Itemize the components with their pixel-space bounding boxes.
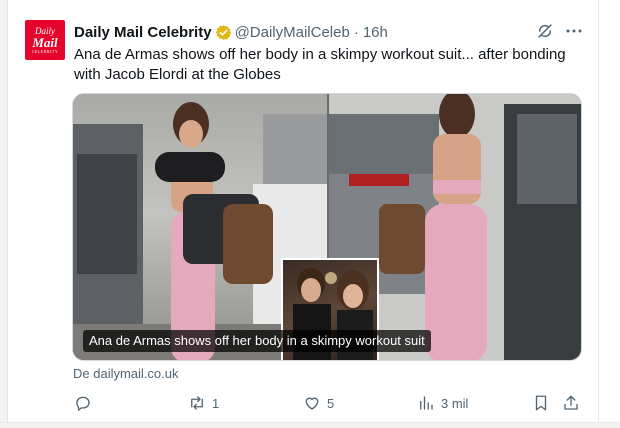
like-count: 5 — [327, 395, 335, 411]
reply-icon — [76, 396, 90, 411]
display-name[interactable]: Daily Mail Celebrity — [74, 24, 212, 41]
window-bottom-edge — [0, 422, 620, 428]
action-bar: 1 5 3 mil — [70, 392, 590, 414]
grok-icon[interactable] — [536, 22, 554, 40]
window-left-edge — [0, 0, 8, 428]
media-grid[interactable]: Ana de Armas shows off her body in a ski… — [72, 93, 582, 361]
handle[interactable]: @DailyMailCeleb — [235, 24, 350, 41]
window-right-edge — [598, 0, 620, 428]
avatar[interactable]: Daily Mail CELEBRITY — [25, 20, 65, 60]
avatar-line-2: Mail — [32, 34, 58, 50]
timestamp[interactable]: 16h — [363, 24, 388, 41]
like-button[interactable]: 5 — [303, 392, 334, 414]
retweet-count: 1 — [212, 395, 220, 411]
source-link[interactable]: De dailymail.co.uk — [73, 366, 179, 381]
share-button[interactable] — [562, 392, 580, 414]
avatar-line-3: CELEBRITY — [31, 48, 59, 54]
share-icon — [564, 395, 578, 410]
retweet-button[interactable]: 1 — [188, 392, 219, 414]
retweet-icon — [191, 396, 203, 410]
header-separator: · — [353, 23, 359, 41]
tweet-header: Daily Mail Celebrity @DailyMailCeleb · 1… — [74, 22, 388, 42]
views-count: 3 mil — [441, 395, 469, 411]
views-button[interactable]: 3 mil — [417, 392, 468, 414]
views-icon — [420, 396, 433, 410]
media-caption: Ana de Armas shows off her body in a ski… — [83, 330, 431, 352]
reply-button[interactable] — [74, 392, 98, 414]
bookmark-button[interactable] — [532, 392, 550, 414]
more-icon[interactable] — [565, 24, 583, 38]
like-icon — [305, 397, 319, 410]
bookmark-icon — [535, 395, 547, 411]
tweet[interactable]: Daily Mail CELEBRITY Daily Mail Celebrit… — [8, 0, 598, 422]
verified-badge-icon[interactable] — [215, 24, 232, 41]
tweet-text: Ana de Armas shows off her body in a ski… — [74, 46, 566, 83]
